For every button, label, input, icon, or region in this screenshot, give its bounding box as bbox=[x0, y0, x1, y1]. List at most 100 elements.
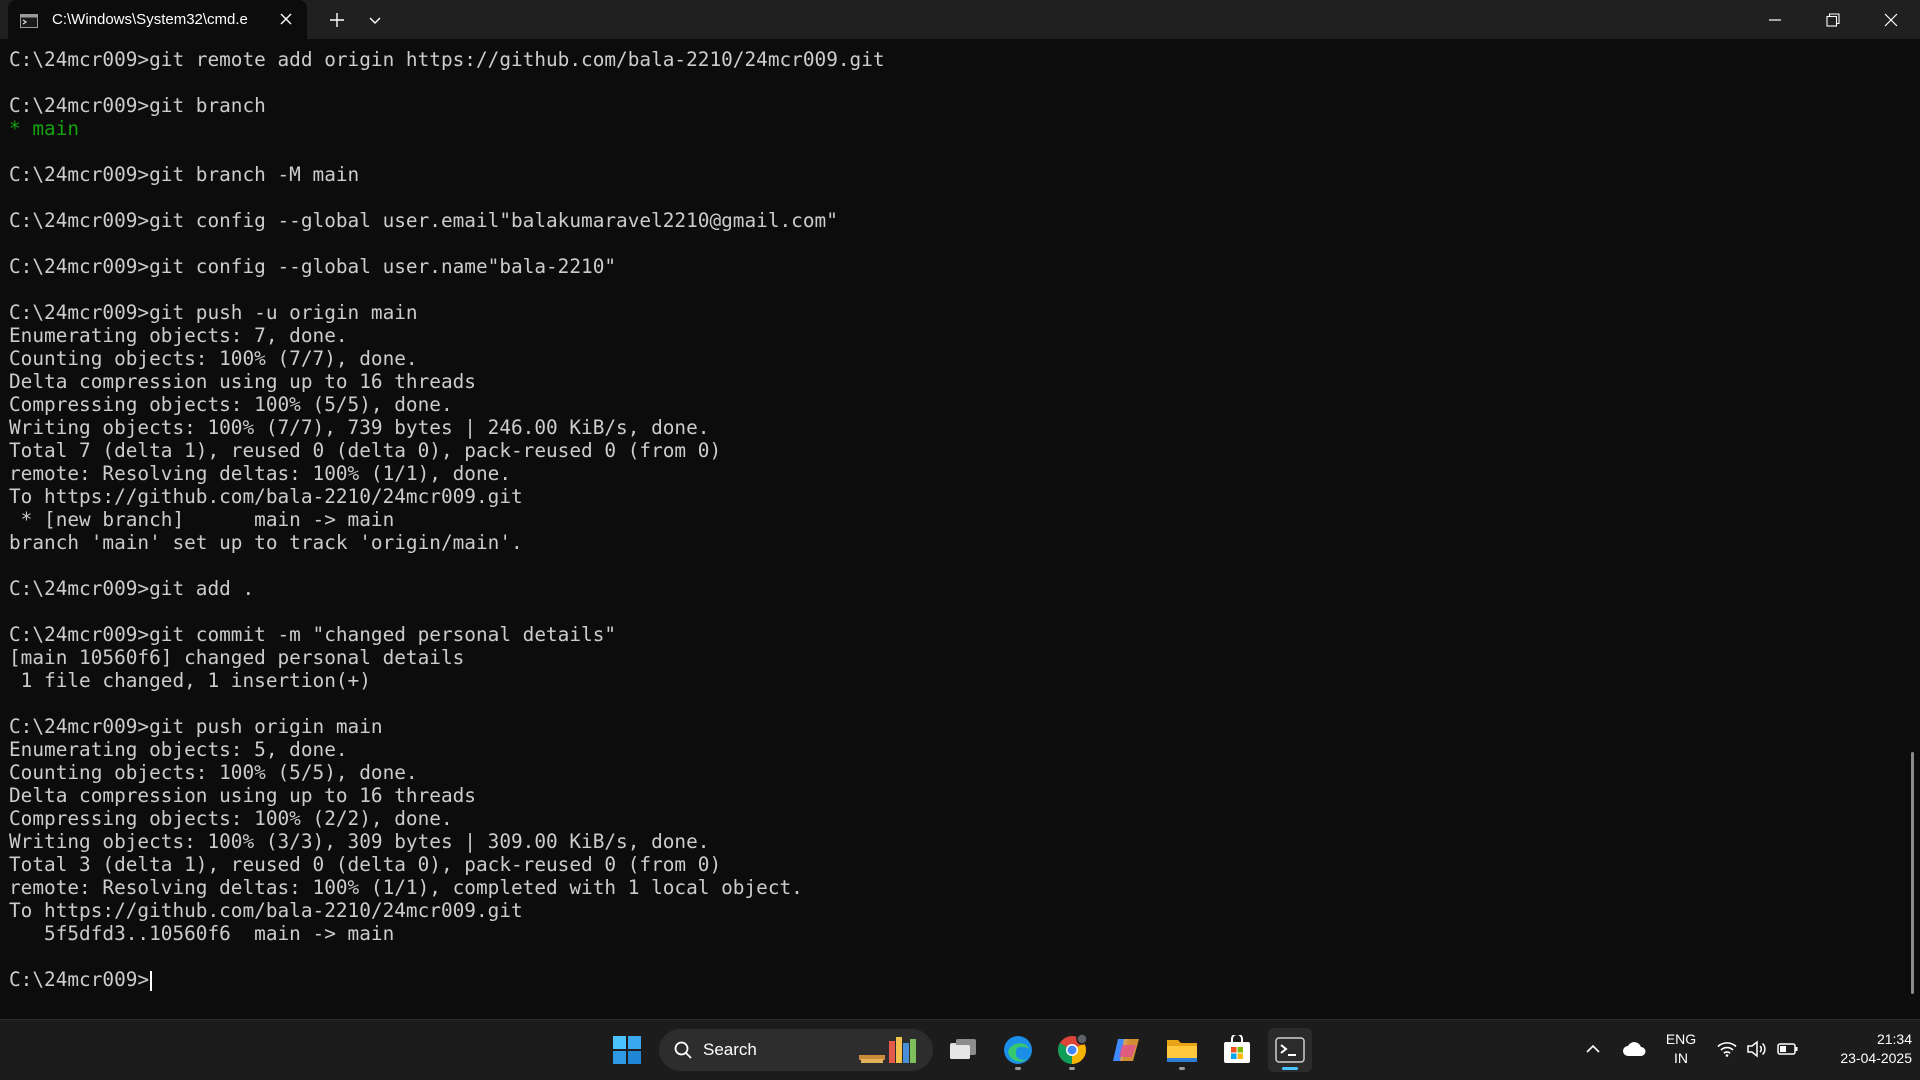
network-button[interactable] bbox=[1714, 1034, 1740, 1064]
battery-button[interactable] bbox=[1775, 1034, 1801, 1064]
terminal-line: 5f5dfd3..10560f6 main -> main bbox=[9, 922, 395, 945]
terminal-prompt: C:\24mcr009> bbox=[9, 968, 150, 991]
running-indicator bbox=[1015, 1067, 1021, 1070]
terminal-line: C:\24mcr009>git branch -M main bbox=[9, 163, 360, 186]
edge-button[interactable] bbox=[996, 1028, 1040, 1072]
file-explorer-button[interactable] bbox=[1160, 1028, 1204, 1072]
clock[interactable]: 21:34 23-04-2025 bbox=[1812, 1030, 1912, 1068]
minimize-button[interactable] bbox=[1750, 0, 1800, 39]
books-illustration-icon bbox=[855, 1033, 925, 1067]
running-indicator bbox=[1179, 1067, 1185, 1070]
chrome-icon bbox=[1058, 1034, 1088, 1064]
terminal-line: Writing objects: 100% (3/3), 309 bytes |… bbox=[9, 830, 710, 853]
search-label: Search bbox=[703, 1040, 757, 1059]
close-icon[interactable] bbox=[277, 10, 295, 28]
terminal-line: Total 3 (delta 1), reused 0 (delta 0), p… bbox=[9, 853, 722, 876]
edge-icon bbox=[1004, 1036, 1032, 1064]
terminal-line: Compressing objects: 100% (2/2), done. bbox=[9, 807, 453, 830]
lang-primary: ENG bbox=[1665, 1031, 1697, 1047]
terminal-line: C:\24mcr009>git commit -m "changed perso… bbox=[9, 623, 617, 646]
terminal-line: C:\24mcr009>git remote add origin https:… bbox=[9, 48, 885, 71]
chevron-up-icon bbox=[1586, 1044, 1600, 1053]
input-language-indicator[interactable]: ENG IN bbox=[1658, 1030, 1704, 1068]
terminal-prompt-line[interactable]: C:\24mcr009> bbox=[9, 968, 885, 991]
running-indicator bbox=[1069, 1067, 1075, 1070]
restore-icon bbox=[1826, 12, 1840, 27]
terminal-line: C:\24mcr009>git add . bbox=[9, 577, 255, 600]
taskbar-search[interactable]: Search bbox=[659, 1029, 933, 1071]
terminal-line: Counting objects: 100% (7/7), done. bbox=[9, 347, 418, 370]
close-icon bbox=[1884, 13, 1898, 26]
volume-button[interactable] bbox=[1744, 1034, 1770, 1064]
terminal-line: remote: Resolving deltas: 100% (1/1), co… bbox=[9, 876, 803, 899]
chrome-button[interactable] bbox=[1050, 1028, 1094, 1072]
tab-title: C:\Windows\System32\cmd.e bbox=[52, 11, 248, 28]
chevron-down-icon bbox=[369, 17, 381, 24]
new-tab-button[interactable] bbox=[320, 0, 354, 39]
terminal-line: Compressing objects: 100% (5/5), done. bbox=[9, 393, 453, 416]
terminal-line: branch 'main' set up to track 'origin/ma… bbox=[9, 531, 523, 554]
terminal-line: Delta compression using up to 16 threads bbox=[9, 370, 476, 393]
terminal-line: [main 10560f6] changed personal details bbox=[9, 646, 465, 669]
terminal-line: Enumerating objects: 7, done. bbox=[9, 324, 348, 347]
lang-secondary: IN bbox=[1674, 1050, 1688, 1066]
plus-icon bbox=[330, 12, 344, 27]
terminal-line: To https://github.com/bala-2210/24mcr009… bbox=[9, 899, 523, 922]
terminal-line: C:\24mcr009>git config --global user.ema… bbox=[9, 209, 838, 232]
terminal-line: remote: Resolving deltas: 100% (1/1), do… bbox=[9, 462, 511, 485]
onedrive-button[interactable] bbox=[1620, 1034, 1648, 1064]
tab-dropdown-button[interactable] bbox=[360, 0, 390, 39]
terminal-lines: C:\24mcr009>git remote add origin https:… bbox=[9, 48, 885, 991]
terminal-line: Writing objects: 100% (7/7), 739 bytes |… bbox=[9, 416, 710, 439]
scrollbar-thumb[interactable] bbox=[1911, 752, 1914, 994]
terminal-icon bbox=[1275, 1037, 1305, 1063]
terminal-line: C:\24mcr009>git branch bbox=[9, 94, 266, 117]
restore-button[interactable] bbox=[1808, 0, 1858, 39]
task-view-icon bbox=[950, 1039, 976, 1059]
search-icon bbox=[674, 1041, 692, 1059]
onedrive-cloud-icon bbox=[1623, 1042, 1646, 1056]
terminal-button[interactable] bbox=[1268, 1028, 1312, 1072]
close-window-button[interactable] bbox=[1866, 0, 1916, 39]
terminal-line: To https://github.com/bala-2210/24mcr009… bbox=[9, 485, 523, 508]
microsoft-store-icon bbox=[1224, 1035, 1250, 1063]
tab-cmd[interactable]: C:\Windows\System32\cmd.e bbox=[8, 0, 307, 39]
terminal-line: C:\24mcr009>git push origin main bbox=[9, 715, 383, 738]
terminal-line: 1 file changed, 1 insertion(+) bbox=[9, 669, 371, 692]
file-explorer-icon bbox=[1167, 1040, 1197, 1062]
title-bar: C:\Windows\System32\cmd.e bbox=[0, 0, 1920, 39]
terminal-line: Enumerating objects: 5, done. bbox=[9, 738, 348, 761]
windows-start-icon bbox=[613, 1036, 641, 1064]
task-view-button[interactable] bbox=[941, 1028, 985, 1072]
cmd-icon bbox=[20, 13, 38, 28]
terminal-line: * main bbox=[9, 117, 80, 140]
terminal-output[interactable]: C:\24mcr009>git remote add origin https:… bbox=[0, 39, 1910, 1019]
battery-icon bbox=[1777, 1043, 1798, 1055]
terminal-line: Total 7 (delta 1), reused 0 (delta 0), p… bbox=[9, 439, 722, 462]
wifi-icon bbox=[1717, 1042, 1737, 1057]
volume-icon bbox=[1747, 1040, 1766, 1058]
minimize-icon bbox=[1769, 18, 1781, 21]
terminal-line: * [new branch] main -> main bbox=[9, 508, 395, 531]
microsoft-store-button[interactable] bbox=[1215, 1028, 1259, 1072]
text-cursor bbox=[150, 970, 153, 991]
terminal-line: C:\24mcr009>git push -u origin main bbox=[9, 301, 418, 324]
start-button[interactable] bbox=[605, 1028, 649, 1072]
terminal-line: C:\24mcr009>git config --global user.nam… bbox=[9, 255, 617, 278]
clock-time: 21:34 bbox=[1876, 1031, 1912, 1047]
terminal-line: Delta compression using up to 16 threads bbox=[9, 784, 476, 807]
taskbar: Search ENG IN 21:34 23-04-2025 bbox=[0, 1019, 1920, 1080]
show-hidden-icons-button[interactable] bbox=[1580, 1034, 1606, 1064]
copilot-icon bbox=[1113, 1039, 1139, 1061]
active-indicator bbox=[1282, 1067, 1298, 1070]
terminal-line: Counting objects: 100% (5/5), done. bbox=[9, 761, 418, 784]
copilot-button[interactable] bbox=[1104, 1028, 1148, 1072]
